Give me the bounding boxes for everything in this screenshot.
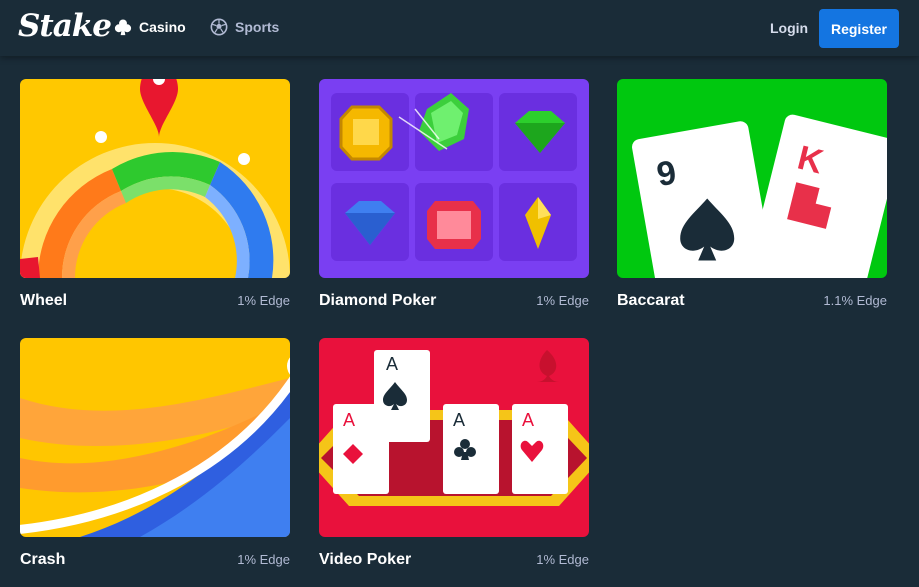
nav-sports[interactable]: Sports xyxy=(210,18,279,36)
house-edge-label: 1% Edge xyxy=(237,293,290,308)
soccer-ball-icon xyxy=(210,18,228,36)
house-edge-label: 1% Edge xyxy=(536,293,589,308)
game-card-baccarat[interactable]: 9 K Baccarat 1.1% Edge xyxy=(617,79,887,310)
nav-sports-label: Sports xyxy=(235,19,280,35)
wheel-thumbnail[interactable] xyxy=(20,79,290,278)
game-card-crash[interactable]: Crash 1% Edge xyxy=(20,338,290,569)
game-card-video-poker[interactable]: A A A A Video Poker 1% Edge xyxy=(319,338,589,569)
video-poker-card-rank: A xyxy=(453,410,465,430)
nav-casino[interactable]: Casino xyxy=(114,18,186,36)
house-edge-label: 1% Edge xyxy=(536,552,589,567)
register-button[interactable]: Register xyxy=(819,9,899,48)
house-edge-label: 1% Edge xyxy=(237,552,290,567)
game-title[interactable]: Wheel xyxy=(20,292,67,310)
game-title[interactable]: Crash xyxy=(20,551,65,569)
house-edge-label: 1.1% Edge xyxy=(823,293,887,308)
video-poker-card-rank: A xyxy=(343,410,355,430)
video-poker-card-rank: A xyxy=(386,354,398,374)
game-title[interactable]: Baccarat xyxy=(617,292,685,310)
diamond-poker-thumbnail[interactable] xyxy=(319,79,589,278)
video-poker-card-rank: A xyxy=(522,410,534,430)
top-navigation-bar: Stake Casino Sports Login Register xyxy=(0,0,919,56)
game-title[interactable]: Video Poker xyxy=(319,551,411,569)
video-poker-thumbnail[interactable]: A A A A xyxy=(319,338,589,537)
club-icon xyxy=(114,19,132,36)
baccarat-thumbnail[interactable]: 9 K xyxy=(617,79,887,278)
nav-casino-label: Casino xyxy=(139,19,186,35)
crash-thumbnail[interactable] xyxy=(20,338,290,537)
login-link[interactable]: Login xyxy=(770,20,808,36)
stake-logo[interactable]: Stake xyxy=(18,8,112,44)
game-card-diamond-poker[interactable]: Diamond Poker 1% Edge xyxy=(319,79,589,310)
game-card-wheel[interactable]: Wheel 1% Edge xyxy=(20,79,290,310)
game-title[interactable]: Diamond Poker xyxy=(319,292,436,310)
